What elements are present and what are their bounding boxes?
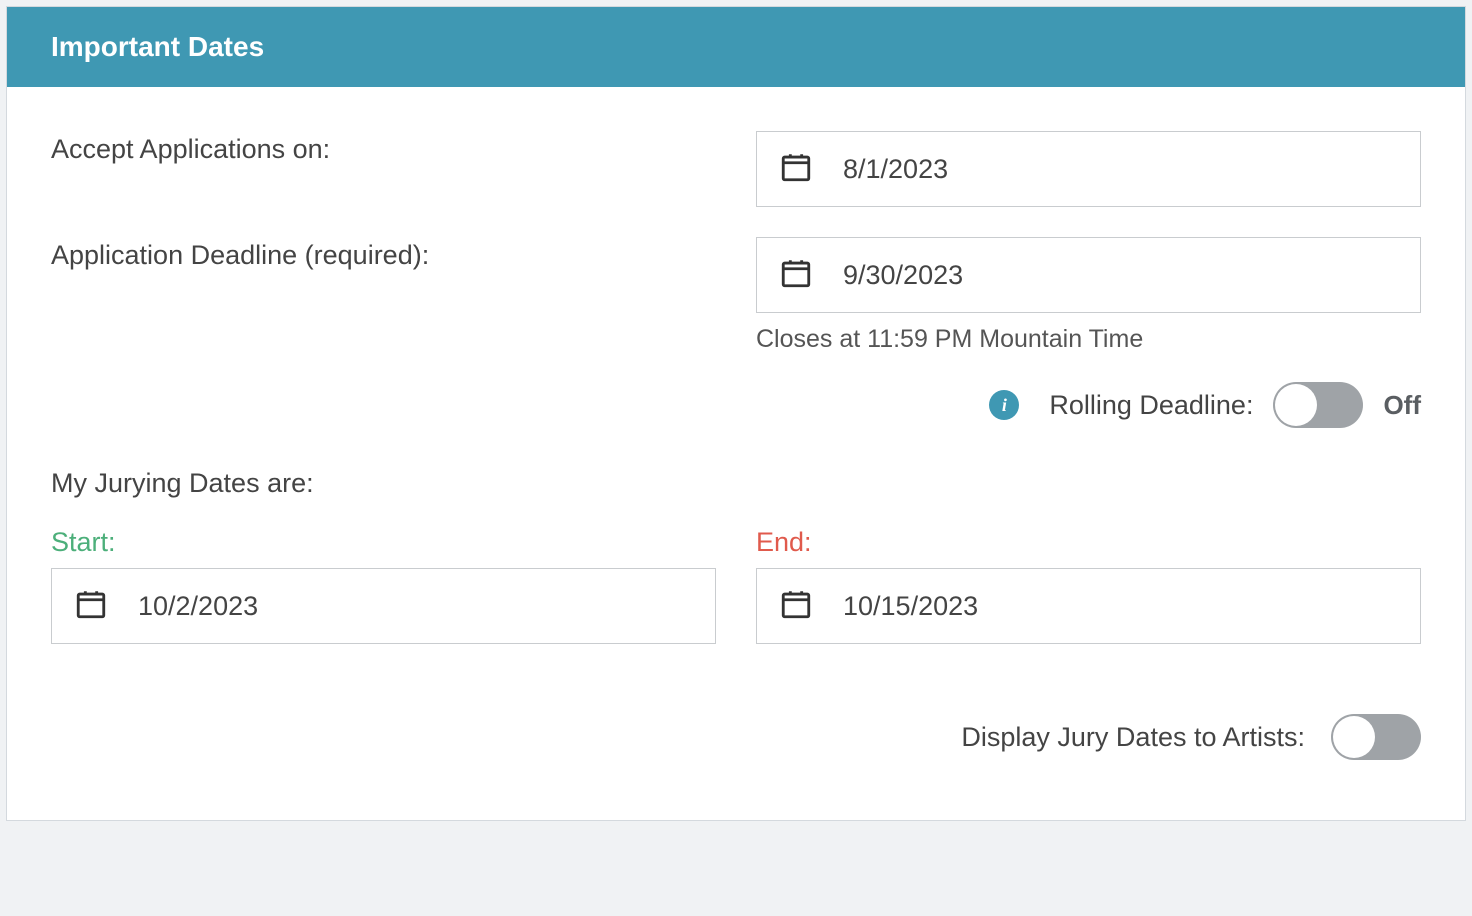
deadline-helptext: Closes at 11:59 PM Mountain Time (756, 325, 1421, 354)
info-icon[interactable]: i (989, 390, 1019, 420)
accept-applications-value: 8/1/2023 (843, 154, 948, 185)
jury-end-value: 10/15/2023 (843, 591, 978, 622)
jury-end-date-input[interactable]: 10/15/2023 (756, 568, 1421, 644)
display-jury-dates-toggle[interactable] (1331, 714, 1421, 760)
rolling-deadline-row: i Rolling Deadline: Off (756, 382, 1421, 428)
calendar-icon (779, 256, 813, 295)
accept-applications-label-col: Accept Applications on: (51, 131, 716, 207)
calendar-icon (74, 587, 108, 626)
display-jury-dates-label: Display Jury Dates to Artists: (961, 722, 1305, 753)
accept-applications-row: Accept Applications on: 8/1/2023 (51, 131, 1421, 207)
panel-body: Accept Applications on: 8/1/2023 (7, 87, 1465, 820)
jury-start-label: Start: (51, 527, 716, 558)
rolling-deadline-toggle[interactable] (1273, 382, 1363, 428)
jury-end-label: End: (756, 527, 1421, 558)
rolling-deadline-state: Off (1383, 390, 1421, 421)
jurying-dates-header: My Jurying Dates are: (51, 468, 1421, 499)
accept-applications-label: Accept Applications on: (51, 131, 716, 169)
application-deadline-date-input[interactable]: 9/30/2023 (756, 237, 1421, 313)
panel-title: Important Dates (51, 31, 264, 62)
jury-end-col: End: 10/15/2023 (756, 527, 1421, 644)
rolling-deadline-label: Rolling Deadline: (1049, 390, 1253, 421)
accept-applications-input-col: 8/1/2023 (756, 131, 1421, 207)
toggle-knob (1275, 384, 1317, 426)
application-deadline-value: 9/30/2023 (843, 260, 963, 291)
display-jury-dates-row: Display Jury Dates to Artists: (51, 714, 1421, 760)
panel-header: Important Dates (7, 7, 1465, 87)
accept-applications-date-input[interactable]: 8/1/2023 (756, 131, 1421, 207)
jury-start-col: Start: 10/2/2023 (51, 527, 716, 644)
calendar-icon (779, 587, 813, 626)
application-deadline-input-col: 9/30/2023 Closes at 11:59 PM Mountain Ti… (756, 237, 1421, 428)
jurying-dates-row: Start: 10/2/2023 End: (51, 527, 1421, 644)
important-dates-panel: Important Dates Accept Applications on: (6, 6, 1466, 821)
jury-start-date-input[interactable]: 10/2/2023 (51, 568, 716, 644)
application-deadline-label-col: Application Deadline (required): (51, 237, 716, 428)
application-deadline-row: Application Deadline (required): 9/30/20… (51, 237, 1421, 428)
jury-start-value: 10/2/2023 (138, 591, 258, 622)
calendar-icon (779, 150, 813, 189)
application-deadline-label: Application Deadline (required): (51, 237, 716, 275)
toggle-knob (1333, 716, 1375, 758)
